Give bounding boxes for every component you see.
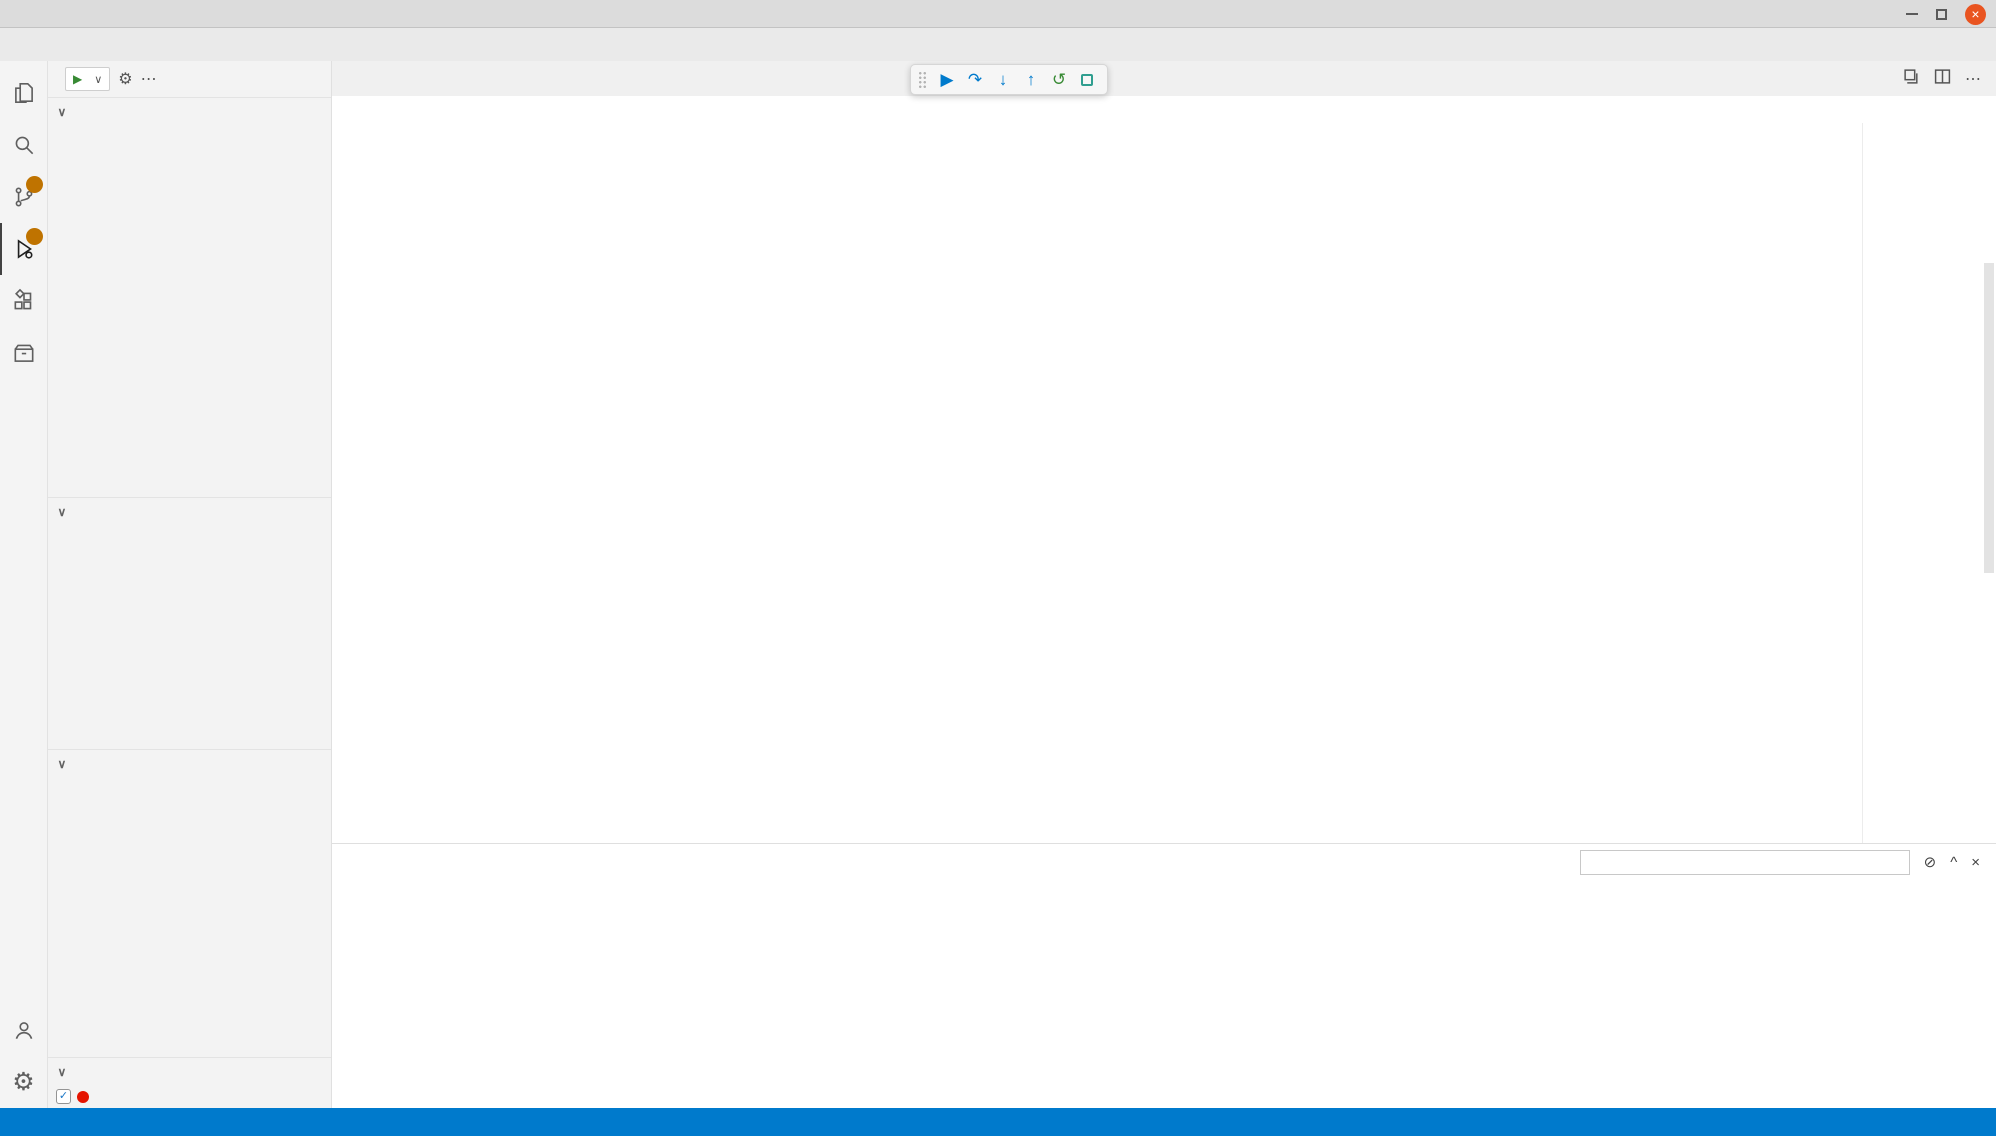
chevron-down-icon: ∨ [94, 73, 102, 86]
stop-square [1081, 74, 1093, 86]
activity-explorer[interactable] [0, 67, 48, 119]
more-actions-icon[interactable]: ⋯ [141, 69, 157, 89]
editor-actions: ⋯ [1903, 61, 1996, 96]
breadcrumb [332, 96, 1996, 123]
stop-icon[interactable] [1074, 66, 1100, 93]
editor-group: ⋯ ▶ ↷ ↓ ↑ ↺ [332, 61, 1996, 1108]
step-out-icon[interactable]: ↑ [1018, 66, 1044, 93]
activity-account[interactable] [0, 1004, 48, 1056]
minimize-icon[interactable] [1906, 13, 1918, 15]
files-icon [11, 80, 37, 106]
breakpoint-row[interactable]: ✓ [48, 1085, 331, 1108]
account-icon [11, 1017, 37, 1043]
launch-configuration-dropdown[interactable]: ▶ ∨ [65, 67, 110, 91]
activity-extensions[interactable] [0, 275, 48, 327]
search-icon [11, 132, 37, 158]
activity-run-debug[interactable] [0, 223, 48, 275]
activity-search[interactable] [0, 119, 48, 171]
chevron-down-icon: ∨ [54, 757, 70, 771]
more-actions-icon[interactable]: ⋯ [1965, 69, 1982, 89]
activity-settings[interactable]: ⚙ [0, 1056, 48, 1108]
scrollbar-thumb[interactable] [1984, 263, 1994, 573]
close-icon[interactable]: × [1965, 4, 1986, 25]
chevron-down-icon: ∨ [54, 1065, 70, 1079]
debug-toolbar: ▶ ↷ ↓ ↑ ↺ [910, 64, 1108, 95]
code-lines [332, 123, 1862, 843]
breakpoints-section: ∨ ✓ [48, 1057, 331, 1108]
maximize-icon[interactable] [1936, 9, 1947, 20]
titlebar: × [0, 0, 1996, 28]
bottom-panel: ⊘ ^ × [332, 843, 1996, 1108]
activity-cmake[interactable] [0, 327, 48, 379]
menubar [0, 28, 1996, 61]
split-editor-icon[interactable] [1934, 68, 1951, 90]
extensions-icon [11, 288, 37, 314]
stack-frame[interactable] [48, 777, 331, 801]
open-changes-icon[interactable] [1903, 68, 1920, 90]
minimap[interactable] [1862, 123, 1982, 843]
configure-gear-icon[interactable]: ⚙ [118, 69, 132, 89]
scm-badge [26, 176, 43, 193]
step-into-icon[interactable]: ↓ [990, 66, 1016, 93]
debug-badge [26, 228, 43, 245]
variables-section: ∨ [48, 97, 331, 497]
close-panel-icon[interactable]: × [1971, 854, 1980, 871]
step-over-icon[interactable]: ↷ [962, 66, 988, 93]
gear-icon: ⚙ [12, 1067, 34, 1097]
vscode-window: × [0, 0, 1996, 1136]
console-filter-input[interactable] [1580, 850, 1910, 875]
panel-header: ⊘ ^ × [332, 844, 1996, 880]
activity-source-control[interactable] [0, 171, 48, 223]
panel-actions: ⊘ ^ × [1910, 853, 1980, 871]
continue-icon[interactable]: ▶ [934, 66, 960, 93]
watch-section: ∨ [48, 497, 331, 749]
chevron-down-icon: ∨ [54, 505, 70, 519]
window-controls: × [1906, 0, 1986, 28]
watch-header[interactable]: ∨ [48, 498, 331, 525]
breakpoint-dot-icon [77, 1091, 89, 1103]
drag-handle-icon[interactable] [918, 71, 927, 89]
start-debug-icon[interactable]: ▶ [73, 72, 82, 86]
call-stack-header[interactable]: ∨ [48, 750, 331, 777]
restart-icon[interactable]: ↺ [1046, 66, 1072, 93]
cmake-tools-icon [11, 340, 37, 366]
tab-bar: ⋯ ▶ ↷ ↓ ↑ ↺ [332, 61, 1996, 96]
chevron-down-icon: ∨ [54, 105, 70, 119]
status-bar [0, 1108, 1996, 1136]
debug-sidebar: ▶ ∨ ⚙ ⋯ ∨ ∨ [48, 61, 332, 1108]
activity-bar: ⚙ [0, 61, 48, 1108]
breakpoint-checkbox[interactable]: ✓ [56, 1089, 71, 1104]
clear-console-icon[interactable]: ⊘ [1924, 853, 1937, 871]
debug-console[interactable] [332, 880, 1996, 1108]
editor-scrollbar[interactable] [1982, 123, 1996, 843]
code-area [332, 123, 1996, 843]
breakpoints-header[interactable]: ∨ [48, 1058, 331, 1085]
maximize-panel-icon[interactable]: ^ [1950, 854, 1957, 871]
variables-header[interactable]: ∨ [48, 98, 331, 125]
debug-sidebar-toolbar: ▶ ∨ ⚙ ⋯ [48, 61, 331, 97]
content: ⚙ ▶ ∨ ⚙ ⋯ ∨ [0, 61, 1996, 1108]
call-stack-section: ∨ [48, 749, 331, 1057]
